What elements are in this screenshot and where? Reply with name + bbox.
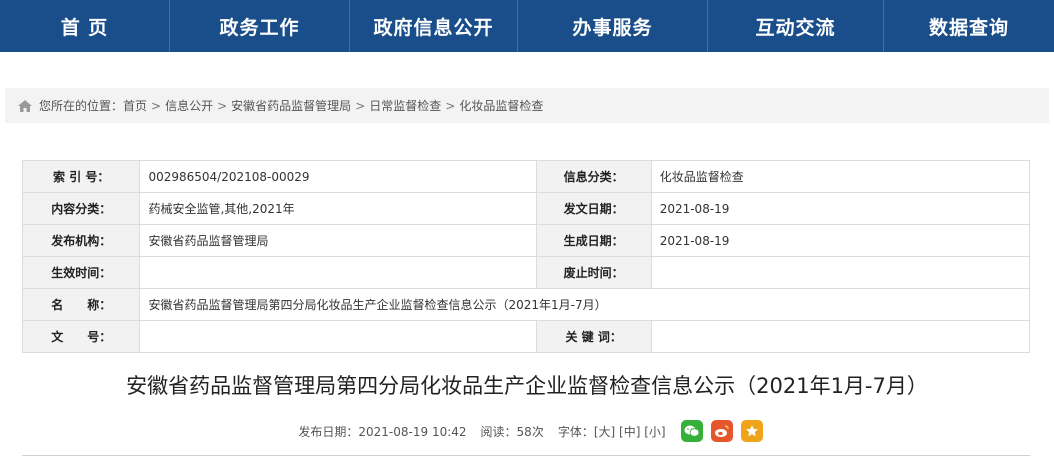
table-row: 生效时间： 废止时间： xyxy=(21,256,1031,289)
name-value: 安徽省药品监督管理局第四分局化妆品生产企业监督检查信息公示（2021年1月-7月… xyxy=(139,288,1030,321)
breadcrumb-separator: > xyxy=(217,98,228,113)
article-title: 安徽省药品监督管理局第四分局化妆品生产企业监督检查信息公示（2021年1月-7月… xyxy=(126,374,928,398)
content-type-label: 内容分类： xyxy=(21,192,141,225)
view-count-value: 58次 xyxy=(516,424,544,439)
nav-item-services[interactable]: 办事服务 xyxy=(518,0,708,52)
content-type-value: 药械安全监管,其他,2021年 xyxy=(139,192,537,225)
nav-item-government-work[interactable]: 政务工作 xyxy=(170,0,350,52)
document-number-value xyxy=(139,320,537,353)
publisher-label: 发布机构： xyxy=(21,224,141,257)
star-icon xyxy=(745,425,758,437)
table-row: 文 号： 关 键 词： xyxy=(21,320,1031,353)
nav-item-info-disclosure[interactable]: 政府信息公开 xyxy=(350,0,518,52)
font-size-large-button[interactable]: [大] xyxy=(594,425,615,439)
view-count: 阅读：58次 xyxy=(481,423,544,440)
issue-date-value: 2021-08-19 xyxy=(650,192,1031,225)
index-number-value: 002986504/202108-00029 xyxy=(139,160,537,193)
document-metadata-table: 索 引 号： 002986504/202108-00029 信息分类： 化妆品监… xyxy=(21,160,1031,353)
top-navigation: 首 页 政务工作 政府信息公开 办事服务 互动交流 数据查询 xyxy=(0,0,1054,52)
category-value: 化妆品监督检查 xyxy=(650,160,1031,193)
breadcrumb-cosmetics-inspection[interactable]: 化妆品监督检查 xyxy=(459,97,543,114)
table-row: 索 引 号： 002986504/202108-00029 信息分类： 化妆品监… xyxy=(21,160,1031,193)
breadcrumb-home[interactable]: 首页 xyxy=(123,97,147,114)
content-divider xyxy=(22,455,1030,456)
nav-item-interaction[interactable]: 互动交流 xyxy=(708,0,884,52)
effective-time-value xyxy=(139,256,537,289)
category-label: 信息分类： xyxy=(535,160,652,193)
wechat-icon xyxy=(684,425,700,437)
keywords-label: 关 键 词： xyxy=(535,320,652,353)
issue-date-label: 发文日期： xyxy=(535,192,652,225)
breadcrumb-bureau[interactable]: 安徽省药品监督管理局 xyxy=(231,97,351,114)
table-row: 名 称： 安徽省药品监督管理局第四分局化妆品生产企业监督检查信息公示（2021年… xyxy=(21,288,1030,321)
font-size-medium-button[interactable]: [中] xyxy=(619,425,640,439)
weibo-share-button[interactable] xyxy=(710,420,733,442)
nav-spacer xyxy=(0,52,1054,70)
document-number-label: 文 号： xyxy=(21,320,141,353)
publish-date-value: 2021-08-19 10:42 xyxy=(358,424,467,439)
favorite-button[interactable] xyxy=(740,420,763,442)
created-date-label: 生成日期： xyxy=(535,224,652,257)
expire-time-value xyxy=(650,256,1031,289)
publish-date-label: 发布日期： xyxy=(298,424,359,439)
wechat-share-button[interactable] xyxy=(680,420,703,442)
font-size-small-button[interactable]: [小] xyxy=(644,425,665,439)
publisher-value: 安徽省药品监督管理局 xyxy=(139,224,537,257)
home-icon xyxy=(18,99,32,112)
weibo-icon xyxy=(714,425,729,437)
nav-item-home[interactable]: 首 页 xyxy=(0,0,170,52)
view-count-label: 阅读： xyxy=(480,424,517,439)
breadcrumb-daily-inspection[interactable]: 日常监督检查 xyxy=(369,97,441,114)
expire-time-label: 废止时间： xyxy=(535,256,652,289)
created-date-value: 2021-08-19 xyxy=(650,224,1031,257)
table-row: 内容分类： 药械安全监管,其他,2021年 发文日期： 2021-08-19 xyxy=(21,192,1031,225)
publish-date: 发布日期：2021-08-19 10:42 xyxy=(298,423,466,440)
effective-time-label: 生效时间： xyxy=(21,256,141,289)
breadcrumb-info-disclosure[interactable]: 信息公开 xyxy=(165,97,213,114)
font-size-label: 字体： xyxy=(557,424,594,439)
table-row: 发布机构： 安徽省药品监督管理局 生成日期： 2021-08-19 xyxy=(21,224,1031,257)
font-size-controls: 字体：[大] [中] [小] xyxy=(558,423,666,440)
breadcrumb-separator: > xyxy=(445,98,456,113)
name-label: 名 称： xyxy=(21,288,141,321)
breadcrumb-separator: > xyxy=(355,98,366,113)
breadcrumb-prefix: 您所在的位置： xyxy=(39,99,124,113)
article-info-bar: 发布日期：2021-08-19 10:42 阅读：58次 字体：[大] [中] … xyxy=(0,418,1054,444)
index-number-label: 索 引 号： xyxy=(21,160,141,193)
breadcrumb-separator: > xyxy=(151,98,162,113)
keywords-value xyxy=(650,320,1031,353)
nav-item-data-query[interactable]: 数据查询 xyxy=(884,0,1054,52)
breadcrumb: 您所在的位置： 首页 > 信息公开 > 安徽省药品监督管理局 > 日常监督检查 … xyxy=(5,88,1049,123)
